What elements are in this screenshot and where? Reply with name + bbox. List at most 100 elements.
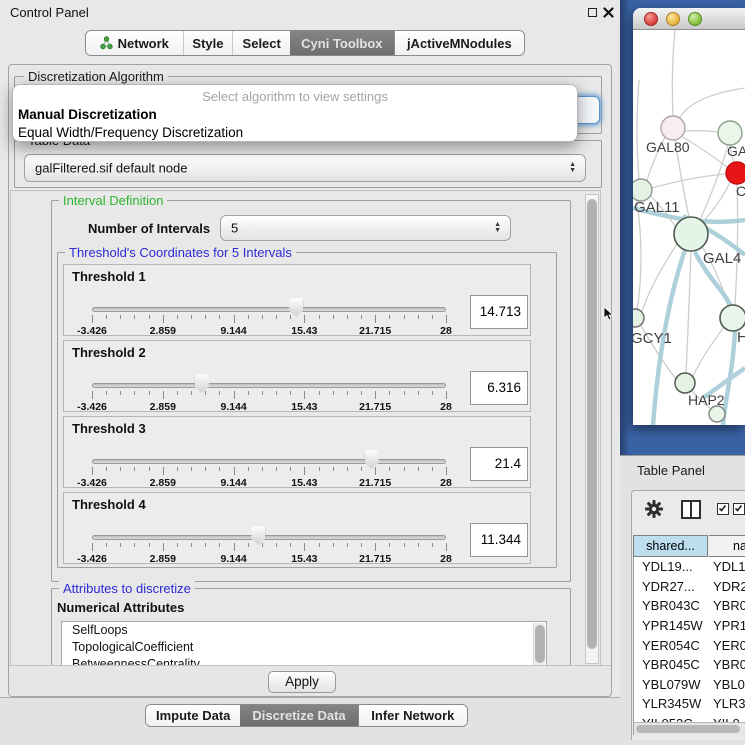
- number-of-intervals-label: Number of Intervals: [88, 221, 210, 236]
- close-icon: [603, 7, 614, 18]
- discretization-algorithm-group-title: Discretization Algorithm: [24, 69, 168, 84]
- node-label-ga: GA: [727, 143, 745, 159]
- scale-tick-label: -3.426: [77, 553, 107, 565]
- tab-label: Cyni Toolbox: [301, 36, 382, 51]
- slider-track: [92, 383, 446, 388]
- node-label-c: C: [736, 183, 745, 199]
- threshold-1-slider[interactable]: -3.4262.8599.14415.4321.71528: [92, 295, 446, 335]
- scale-tick-label: -3.426: [77, 477, 107, 489]
- node-label-h: H: [737, 329, 745, 346]
- table-row[interactable]: YPR145WYPR1: [634, 616, 745, 636]
- scrollbar-thumb[interactable]: [636, 725, 740, 733]
- node-gcy1: [633, 309, 644, 327]
- threshold-4-label: Threshold 4: [72, 497, 146, 512]
- table-row[interactable]: YBL079WYBL0: [634, 675, 745, 695]
- tab-jactivemnodules[interactable]: jActiveMNodules: [394, 31, 524, 55]
- threshold-3-slider[interactable]: -3.4262.8599.14415.4321.71528: [92, 447, 446, 487]
- tab-label: Select: [243, 36, 281, 51]
- tab-style[interactable]: Style: [183, 31, 233, 55]
- cell-name: YER0: [710, 638, 745, 653]
- tab-label: Style: [192, 36, 223, 51]
- threshold-4-slider[interactable]: -3.4262.8599.14415.4321.71528: [92, 523, 446, 563]
- table-data-combo[interactable]: galFiltered.sif default node ▲▼: [24, 154, 586, 182]
- scale-tick-label: 9.144: [220, 477, 246, 489]
- scale-tick-label: -3.426: [77, 325, 107, 337]
- cell-name: YBR0: [710, 657, 745, 672]
- scrollbar-thumb[interactable]: [535, 625, 545, 663]
- threshold-1-value-field[interactable]: 14.713: [470, 295, 528, 329]
- tab-discretize-data[interactable]: Discretize Data: [240, 705, 357, 726]
- table-horizontal-scrollbar[interactable]: [633, 722, 745, 735]
- node-label-gal11: GAL11: [634, 199, 680, 216]
- tab-select[interactable]: Select: [232, 31, 290, 55]
- tab-impute-data[interactable]: Impute Data: [146, 705, 240, 726]
- checkbox-filter-1[interactable]: [717, 503, 729, 515]
- apply-button[interactable]: Apply: [268, 671, 336, 693]
- column-selector-button[interactable]: [681, 500, 701, 519]
- slider-scale-labels: -3.4262.8599.14415.4321.71528: [92, 401, 446, 413]
- threshold-4-value-field[interactable]: 11.344: [470, 523, 528, 557]
- algorithm-placeholder: Select algorithm to view settings: [13, 85, 577, 106]
- settings-scroll-area: Interval Definition Number of Intervals …: [10, 190, 601, 666]
- table-row[interactable]: YIL052CYIL0: [634, 714, 745, 722]
- close-panel-button[interactable]: [602, 6, 614, 18]
- scrollbar-thumb[interactable]: [587, 199, 597, 649]
- threshold-1-panel: Threshold 1 -3.4262.8599.14415.4321.7152…: [63, 264, 531, 336]
- threshold-3-value-field[interactable]: 21.4: [470, 447, 528, 481]
- network-canvas[interactable]: GAL80 GA C GAL11 GAL4 GCY1 H HAP2: [633, 30, 745, 425]
- table-row[interactable]: YBR045CYBR0: [634, 655, 745, 675]
- cell-shared-name: YBR043C: [634, 598, 710, 613]
- scale-tick-label: 28: [440, 325, 452, 337]
- float-panel-button[interactable]: [586, 6, 598, 18]
- node-gal11: [633, 179, 652, 201]
- scale-tick-label: 2.859: [150, 325, 176, 337]
- window-minimize-button[interactable]: [666, 12, 680, 26]
- cell-shared-name: YBL079W: [634, 677, 710, 692]
- scale-tick-label: 15.43: [291, 553, 317, 565]
- threshold-2-slider[interactable]: -3.4262.8599.14415.4321.71528: [92, 371, 446, 411]
- interval-definition-group-title: Interval Definition: [59, 193, 167, 208]
- scale-tick-label: 21.715: [359, 553, 391, 565]
- scale-tick-label: 28: [440, 553, 452, 565]
- tab-label: Impute Data: [156, 708, 230, 723]
- slider-scale-labels: -3.4262.8599.14415.4321.71528: [92, 325, 446, 337]
- node-label-gal80: GAL80: [646, 139, 690, 155]
- scale-tick-label: 9.144: [220, 553, 246, 565]
- cell-name: YBR0: [710, 598, 745, 613]
- threshold-2-value-field[interactable]: 6.316: [470, 371, 528, 405]
- scale-tick-label: 2.859: [150, 401, 176, 413]
- column-header-shared-name[interactable]: shared...: [633, 535, 708, 557]
- threshold-3-panel: Threshold 3 -3.4262.8599.14415.4321.7152…: [63, 416, 531, 488]
- algorithm-dropdown-popup: Select algorithm to view settings Manual…: [12, 84, 578, 142]
- numerical-attributes-list[interactable]: SelfLoopsTopologicalCoefficientBetweenne…: [61, 621, 547, 666]
- window-close-button[interactable]: [644, 12, 658, 26]
- algorithm-option-equal-width[interactable]: Equal Width/Frequency Discretization: [13, 124, 577, 142]
- table-row[interactable]: YBR043CYBR0: [634, 596, 745, 616]
- column-header-name[interactable]: na: [709, 535, 745, 557]
- checkbox-filter-2[interactable]: [733, 503, 745, 515]
- number-of-intervals-spinner[interactable]: 5 ▲▼: [220, 215, 511, 241]
- attribute-item[interactable]: SelfLoops: [62, 622, 546, 639]
- tab-infer-network[interactable]: Infer Network: [358, 705, 467, 726]
- scale-tick-label: -3.426: [77, 401, 107, 413]
- table-settings-button[interactable]: [645, 500, 663, 523]
- tab-cyni-toolbox[interactable]: Cyni Toolbox: [290, 31, 394, 55]
- network-window-titlebar[interactable]: [633, 8, 745, 30]
- algorithm-option-manual[interactable]: Manual Discretization: [13, 106, 577, 124]
- table-row[interactable]: YDR27...YDR2: [634, 577, 745, 597]
- numerical-attributes-label: Numerical Attributes: [57, 600, 184, 615]
- network-icon: [100, 36, 113, 50]
- tab-network[interactable]: Network: [86, 31, 183, 55]
- attribute-item[interactable]: TopologicalCoefficient: [62, 639, 546, 656]
- table-row[interactable]: YLR345WYLR3: [634, 694, 745, 714]
- table-row[interactable]: YDL19...YDL1: [634, 557, 745, 577]
- scale-tick-label: 21.715: [359, 325, 391, 337]
- settings-vertical-scrollbar[interactable]: [585, 194, 599, 664]
- window-zoom-button[interactable]: [688, 12, 702, 26]
- slider-scale-labels: -3.4262.8599.14415.4321.71528: [92, 553, 446, 565]
- tab-label: Discretize Data: [252, 708, 345, 723]
- attributes-list-scrollbar[interactable]: [533, 623, 545, 666]
- table-row[interactable]: YER054CYER0: [634, 635, 745, 655]
- cell-shared-name: YDL19...: [634, 559, 710, 574]
- node-table-body[interactable]: YDL19...YDL1YDR27...YDR2YBR043CYBR0YPR14…: [633, 557, 745, 722]
